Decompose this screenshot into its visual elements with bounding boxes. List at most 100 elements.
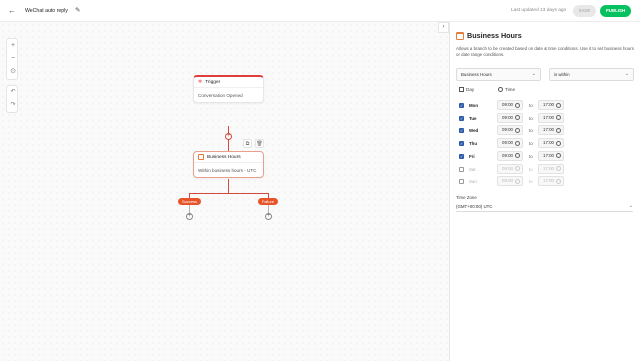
business-hours-node[interactable]: Business Hours Within business hours - U… xyxy=(193,151,264,178)
add-success-step-icon[interactable]: + xyxy=(186,213,193,220)
chevron-down-icon: ⌄ xyxy=(531,71,536,77)
to-time-value: 17:00 xyxy=(543,178,554,184)
clock-icon xyxy=(515,153,520,159)
branch-stem xyxy=(228,179,229,193)
business-hours-node-title: Business Hours xyxy=(207,154,241,160)
day-checkbox[interactable]: ✓ xyxy=(459,103,464,108)
panel-description: Allows a branch to be created based on d… xyxy=(456,46,634,58)
condition-operator-select[interactable]: is within ⌄ xyxy=(549,68,634,81)
timezone-label: Time Zone xyxy=(456,195,477,200)
from-time-input[interactable]: 09:00 xyxy=(497,150,523,161)
to-time-input[interactable]: 17:00 xyxy=(538,150,564,161)
from-time-value: 09:00 xyxy=(502,178,513,184)
to-time-input[interactable]: 17:00 xyxy=(538,112,564,123)
clock-icon xyxy=(556,102,561,108)
trigger-icon: ✲ xyxy=(198,79,203,85)
publish-button[interactable]: PUBLISH xyxy=(600,5,631,17)
panel-title: Business Hours xyxy=(467,31,522,40)
zoom-out-button[interactable]: − xyxy=(7,52,19,65)
to-time-value: 17:00 xyxy=(543,114,554,120)
chevron-right-icon[interactable]: › xyxy=(438,22,449,33)
day-checkbox[interactable] xyxy=(459,166,464,172)
to-time-input[interactable]: 17:00 xyxy=(538,125,564,136)
success-tail-line xyxy=(189,205,190,213)
chevron-down-icon: ⌄ xyxy=(624,71,629,77)
condition-field-select[interactable]: Business Hours ⌄ xyxy=(456,68,541,81)
to-time-input[interactable]: 17:00 xyxy=(538,176,564,187)
time-column-label: Time xyxy=(505,87,516,92)
history-controls: ↶ ↷ xyxy=(6,85,18,113)
trash-icon[interactable]: 🗑 xyxy=(255,139,264,148)
to-label: to xyxy=(529,166,533,172)
day-checkbox[interactable]: ✓ xyxy=(459,153,464,159)
timezone-select[interactable]: (GMT+00:00) UTC ⌄ xyxy=(456,202,633,212)
from-time-input[interactable]: 09:00 xyxy=(497,176,523,187)
from-time-value: 09:00 xyxy=(502,114,513,120)
from-time-input[interactable]: 09:00 xyxy=(497,138,523,149)
redo-icon[interactable]: ↷ xyxy=(7,99,19,112)
day-checkbox[interactable]: ✓ xyxy=(459,115,464,121)
from-time-input[interactable]: 09:00 xyxy=(497,112,523,123)
time-column-header: Time xyxy=(498,87,515,92)
zoom-in-button[interactable]: + xyxy=(7,39,19,52)
to-time-input[interactable]: 17:00 xyxy=(538,100,564,110)
to-label: to xyxy=(529,179,533,185)
add-step-icon[interactable]: + xyxy=(225,133,232,140)
to-label: to xyxy=(529,115,533,121)
trigger-node[interactable]: ✲ Trigger Conversation Opened xyxy=(193,75,264,103)
from-time-input[interactable]: 09:00 xyxy=(497,100,523,110)
clock-icon xyxy=(556,166,561,171)
day-row-tue: ✓ Tue 09:00 to 17:00 xyxy=(450,112,640,125)
day-row-sat: Sat 09:00 to 17:00 xyxy=(450,163,640,176)
undo-icon[interactable]: ↶ xyxy=(7,86,19,99)
business-hours-node-body: Within business hours - UTC xyxy=(198,167,257,173)
from-time-value: 09:00 xyxy=(502,102,513,107)
day-label: Sun xyxy=(469,179,477,185)
clock-icon xyxy=(515,102,520,108)
node-toolbar: ⧉ 🗑 xyxy=(243,139,264,148)
clock-icon xyxy=(556,115,561,121)
day-checkbox[interactable]: ✓ xyxy=(459,128,464,134)
day-row-mon: ✓ Mon 09:00 to 17:00 xyxy=(450,100,640,112)
arrow-left-icon[interactable]: ← xyxy=(7,6,17,16)
from-time-value: 09:00 xyxy=(502,165,513,171)
to-label: to xyxy=(529,153,533,159)
success-branch-label[interactable]: Success xyxy=(178,198,201,205)
day-label: Sat xyxy=(469,166,476,172)
clock-icon xyxy=(515,178,520,184)
trigger-node-title: Trigger xyxy=(205,79,221,85)
from-time-input[interactable]: 09:00 xyxy=(497,163,523,174)
zoom-controls: + − ⊙ xyxy=(6,38,18,80)
day-row-sun: Sun 09:00 to 17:00 xyxy=(450,176,640,188)
day-checkbox[interactable]: ✓ xyxy=(459,141,464,147)
from-time-value: 09:00 xyxy=(502,152,513,158)
clock-icon xyxy=(515,166,520,171)
fit-view-icon[interactable]: ⊙ xyxy=(7,65,19,78)
timezone-value: (GMT+00:00) UTC xyxy=(456,204,493,209)
failure-branch-label[interactable]: Failure xyxy=(258,198,278,205)
day-label: Wed xyxy=(469,128,479,134)
trigger-node-header: ✲ Trigger xyxy=(194,77,263,88)
condition-field-value: Business Hours xyxy=(461,72,492,77)
to-time-input[interactable]: 17:00 xyxy=(538,163,564,174)
day-label: Fri xyxy=(469,153,475,159)
flow-canvas[interactable]: + − ⊙ ↶ ↷ ✲ Trigger Conversation Opened … xyxy=(0,22,449,361)
to-time-input[interactable]: 17:00 xyxy=(538,138,564,149)
to-time-value: 17:00 xyxy=(543,102,554,107)
day-column-label: Day xyxy=(466,87,475,92)
properties-panel: Business Hours Allows a branch to be cre… xyxy=(449,22,640,361)
to-time-value: 17:00 xyxy=(543,140,554,146)
pencil-icon[interactable]: ✎ xyxy=(75,6,83,15)
save-button[interactable]: SAVE xyxy=(573,5,596,17)
day-row-wed: ✓ Wed 09:00 to 17:00 xyxy=(450,125,640,137)
from-time-input[interactable]: 09:00 xyxy=(497,125,523,136)
flow-title: WeChat auto reply xyxy=(25,8,68,14)
to-label: to xyxy=(529,103,533,108)
day-label: Mon xyxy=(469,103,479,108)
last-updated-text: Last updated 13 days ago xyxy=(511,8,567,13)
to-time-value: 17:00 xyxy=(543,127,554,133)
day-checkbox[interactable] xyxy=(459,179,464,185)
branch-bar xyxy=(189,193,268,194)
add-failure-step-icon[interactable]: + xyxy=(265,213,272,220)
copy-icon[interactable]: ⧉ xyxy=(243,139,252,148)
